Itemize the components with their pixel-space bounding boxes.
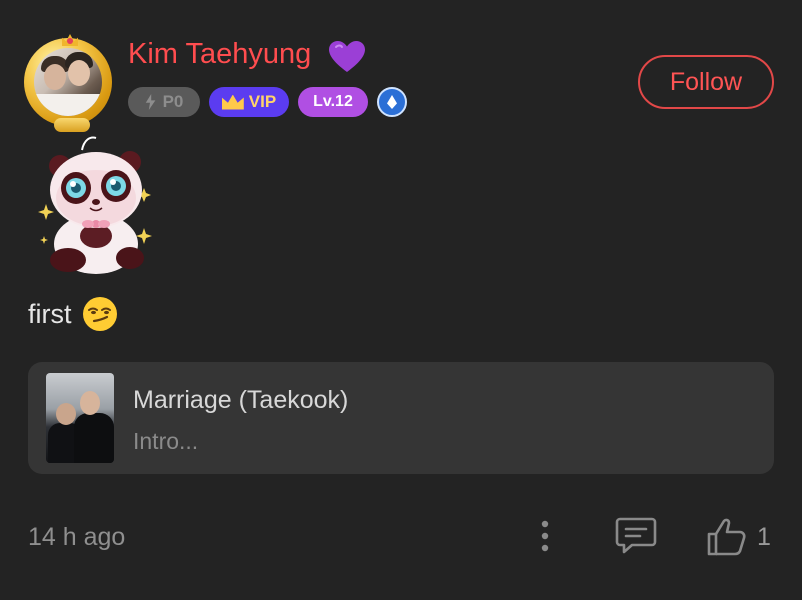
book-cover-image [46,373,114,463]
points-badge: P0 [128,87,200,117]
username[interactable]: Kim Taehyung [128,38,311,71]
user-avatar[interactable] [20,34,120,132]
vip-badge-label: VIP [248,92,277,111]
writer-badge-icon [377,87,407,117]
thumbs-up-icon [707,518,746,556]
points-badge-label: P0 [162,92,184,111]
avatar-photo [34,48,102,116]
smirk-emoji-icon [82,297,117,331]
follow-button[interactable]: Follow [638,55,774,109]
pen-nib-icon [387,95,397,109]
comment-text: first [28,296,118,332]
vip-ribbon-icon [54,118,90,132]
level-badge-label: Lv.12 [313,93,353,110]
like-button[interactable]: 1 [705,515,771,559]
post-timestamp: 14 h ago [28,523,126,551]
more-vertical-icon[interactable] [530,518,560,554]
linked-book-card[interactable]: Marriage (Taekook) Intro... [28,362,774,474]
comment-icon[interactable] [614,515,658,557]
user-badges: P0 VIP Lv.12 [128,86,407,118]
book-title: Marriage (Taekook) [133,386,349,414]
bolt-icon [145,94,156,110]
crown-icon [62,34,78,46]
crown-icon [221,94,244,110]
vip-badge: VIP [209,87,289,117]
level-badge: Lv.12 [298,87,368,117]
panda-sticker [38,136,152,274]
comment-body: first [28,298,72,329]
like-count: 1 [757,522,771,551]
purple-heart-icon [329,41,365,72]
book-subtitle: Intro... [133,428,199,454]
